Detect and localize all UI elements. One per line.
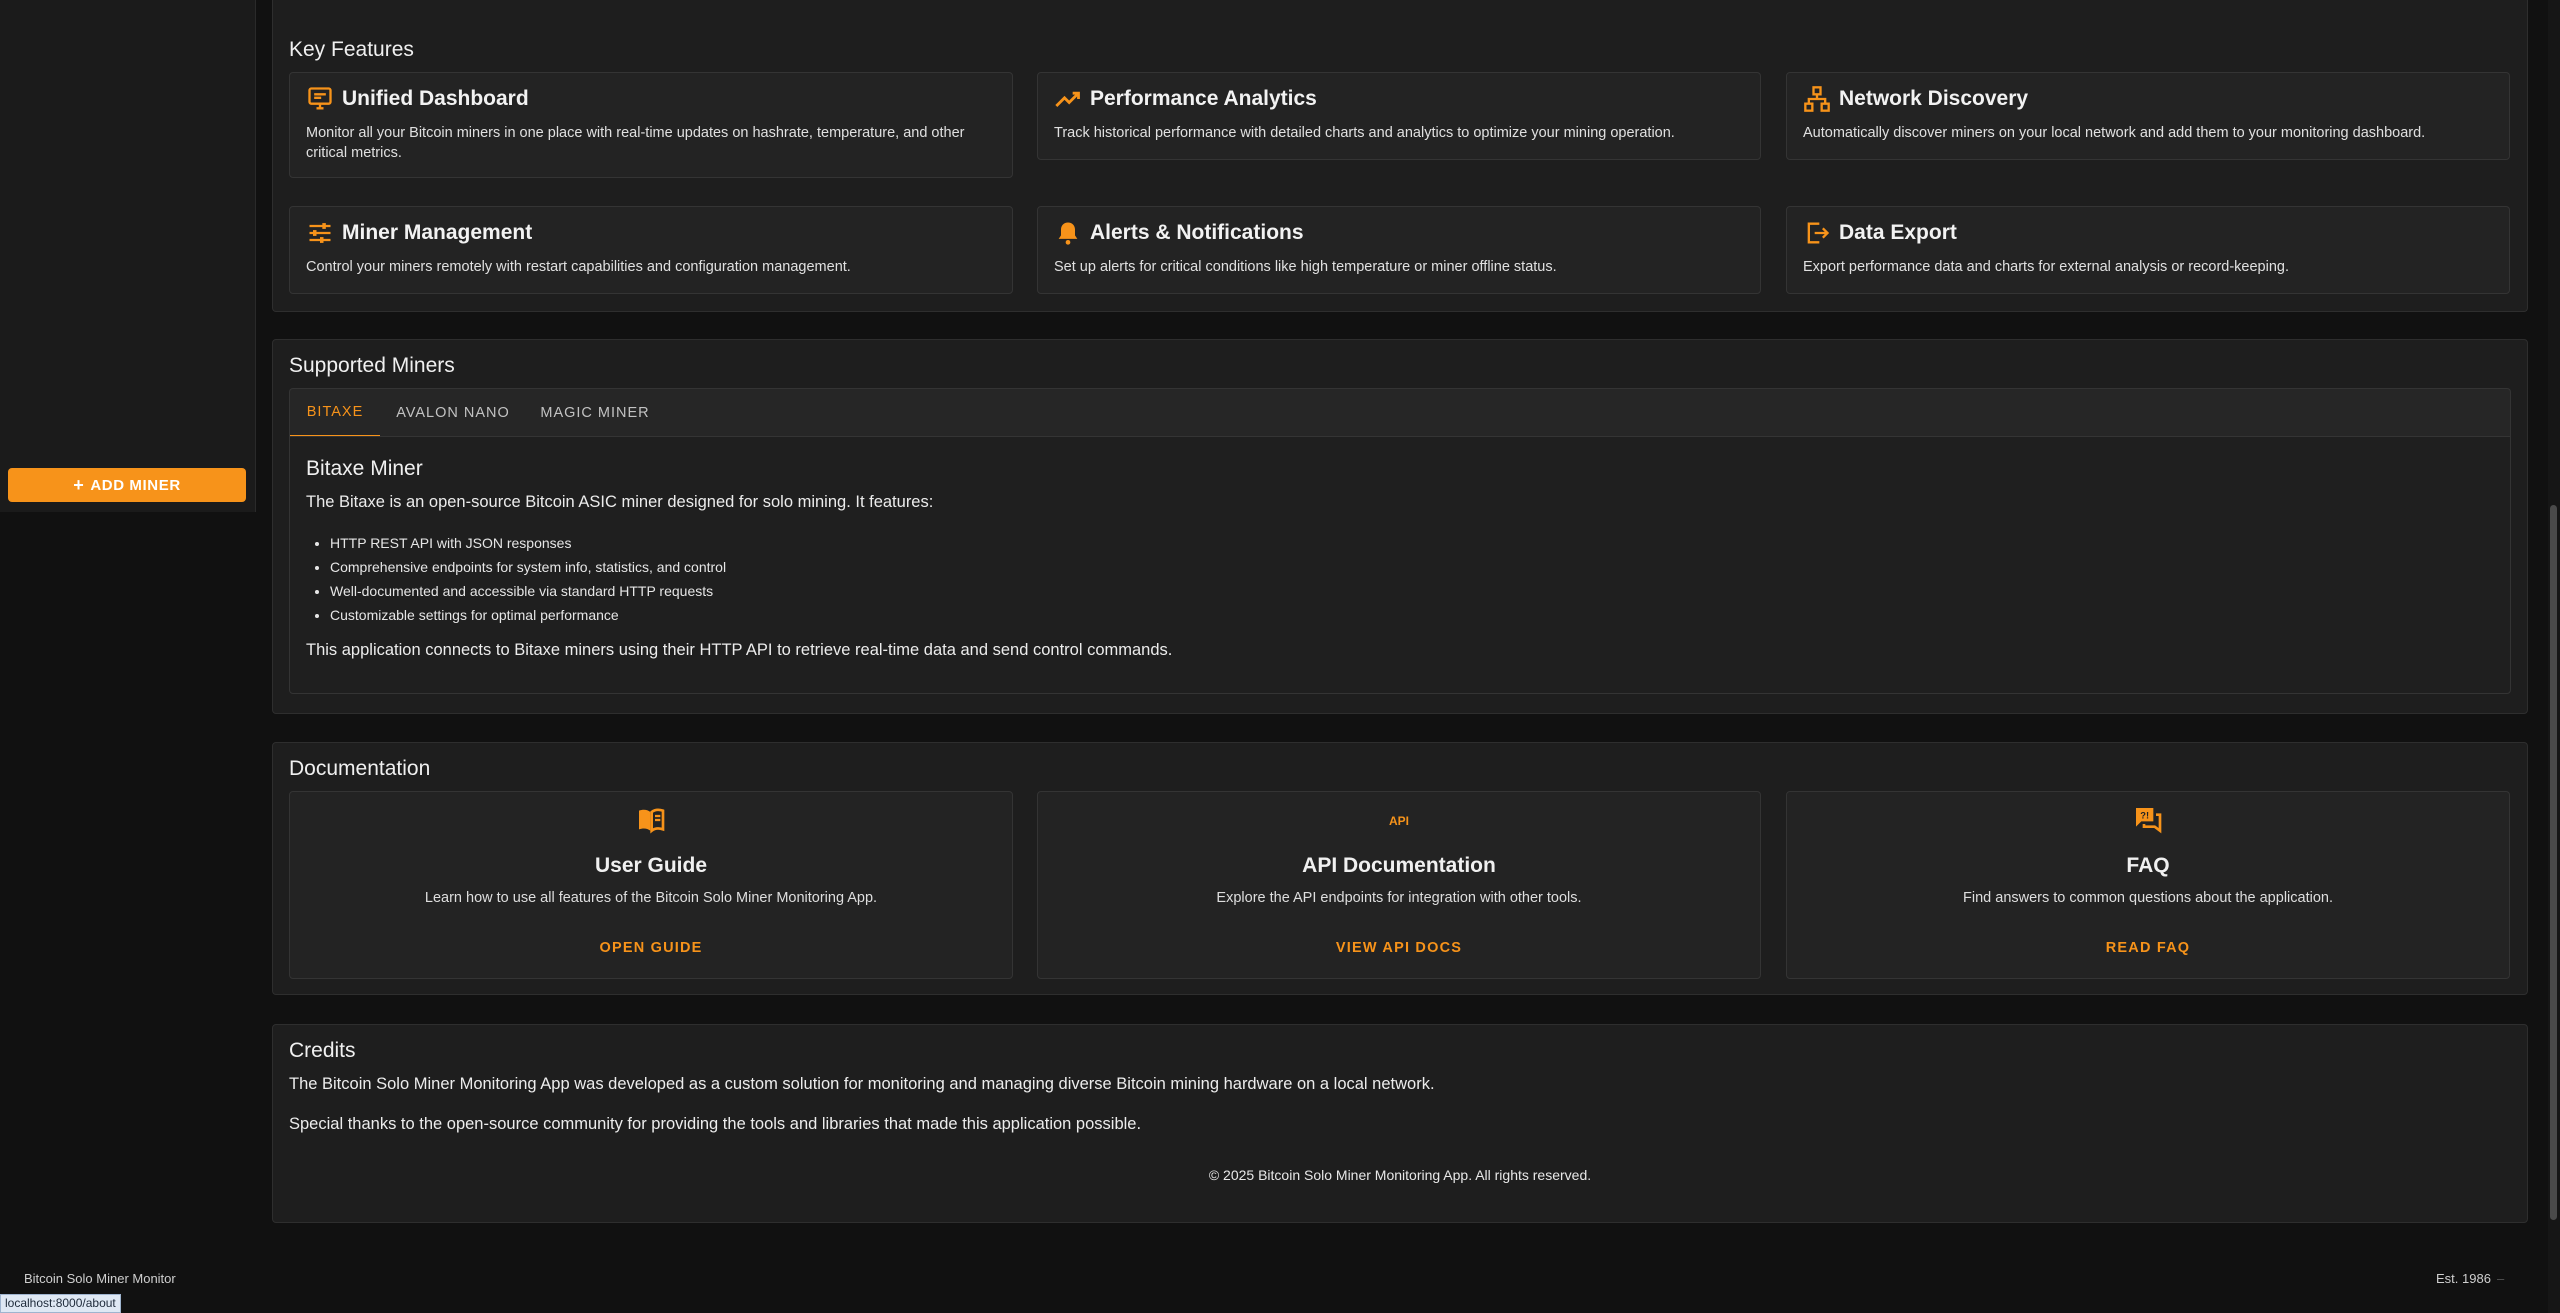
doc-title: FAQ <box>2126 854 2170 877</box>
panel-intro: The Bitaxe is an open-source Bitcoin ASI… <box>306 493 934 511</box>
doc-description: Explore the API endpoints for integratio… <box>1216 890 1582 906</box>
feature-description: Control your miners remotely with restar… <box>306 259 851 275</box>
list-item: HTTP REST API with JSON responses <box>330 531 726 555</box>
copyright: © 2025 Bitcoin Solo Miner Monitoring App… <box>1208 1167 1592 1183</box>
credits-title: Credits <box>289 1039 356 1062</box>
footer-est-text: Est. 1986 <box>2436 1271 2491 1286</box>
doc-card-faq: ?! FAQ Find answers to common questions … <box>1786 791 2510 979</box>
bitaxe-panel: Bitaxe Miner The Bitaxe is an open-sourc… <box>289 436 2511 694</box>
sliders-icon <box>309 223 331 243</box>
plus-icon: + <box>73 475 85 495</box>
documentation-title: Documentation <box>289 757 431 780</box>
add-miner-button[interactable]: + ADD MINER <box>8 468 246 502</box>
feature-card-alerts: Alerts & Notifications Set up alerts for… <box>1037 206 1761 294</box>
documentation-section: Documentation User Guide Learn how to us… <box>272 742 2528 995</box>
bell-icon <box>1058 222 1078 245</box>
supported-miners-title: Supported Miners <box>289 354 455 377</box>
miner-tabs: BITAXE AVALON NANO MAGIC MINER <box>289 388 2511 437</box>
svg-text:?!: ?! <box>2140 811 2149 821</box>
tab-bitaxe[interactable]: BITAXE <box>290 389 380 437</box>
feature-title: Unified Dashboard <box>342 87 529 110</box>
add-miner-label: ADD MINER <box>90 476 181 494</box>
feature-card-performance-analytics: Performance Analytics Track historical p… <box>1037 72 1761 160</box>
panel-heading: Bitaxe Miner <box>306 457 423 480</box>
feature-card-unified-dashboard: Unified Dashboard Monitor all your Bitco… <box>289 72 1013 178</box>
key-features-title: Key Features <box>289 38 414 61</box>
credits-paragraph: The Bitcoin Solo Miner Monitoring App wa… <box>289 1075 1435 1093</box>
faq-icon: ?! <box>2136 808 2162 834</box>
footer-est: Est. 1986– <box>2436 1271 2504 1286</box>
doc-description: Find answers to common questions about t… <box>1963 890 2333 906</box>
credits-paragraph: Special thanks to the open-source commun… <box>289 1115 1142 1133</box>
network-icon <box>1804 86 1830 112</box>
feature-card-miner-management: Miner Management Control your miners rem… <box>289 206 1013 294</box>
dashboard-icon <box>308 87 332 110</box>
footer-app-name: Bitcoin Solo Miner Monitor <box>24 1271 176 1286</box>
list-item: Well-documented and accessible via stand… <box>330 579 726 603</box>
list-item: Comprehensive endpoints for system info,… <box>330 555 726 579</box>
doc-card-api: API API Documentation Explore the API en… <box>1037 791 1761 979</box>
book-icon <box>639 808 665 834</box>
svg-text:API: API <box>1389 814 1409 828</box>
open-guide-link[interactable]: OPEN GUIDE <box>290 940 1012 956</box>
panel-outro: This application connects to Bitaxe mine… <box>306 641 1173 659</box>
feature-description: Set up alerts for critical conditions li… <box>1054 259 1557 275</box>
status-bar-url: localhost:8000/about <box>0 1294 121 1313</box>
doc-description: Learn how to use all features of the Bit… <box>424 890 878 906</box>
feature-description: Automatically discover miners on your lo… <box>1803 125 2426 141</box>
list-item: Customizable settings for optimal perfor… <box>330 603 726 627</box>
api-icon: API <box>1389 814 1409 828</box>
key-features-section: Key Features Unified Dashboard Monitor a… <box>272 0 2528 312</box>
tab-magic-miner[interactable]: MAGIC MINER <box>526 389 664 437</box>
trending-up-icon <box>1055 91 1080 107</box>
credits-section: Credits The Bitcoin Solo Miner Monitorin… <box>272 1024 2528 1223</box>
feature-title: Performance Analytics <box>1090 87 1317 110</box>
feature-description: Track historical performance with detail… <box>1054 125 1675 141</box>
feature-title: Network Discovery <box>1839 87 2029 110</box>
read-faq-link[interactable]: READ FAQ <box>1787 940 2509 956</box>
doc-title: API Documentation <box>1302 854 1496 877</box>
sidebar: + ADD MINER <box>0 0 256 512</box>
scrollbar-thumb[interactable] <box>2550 505 2557 1220</box>
feature-card-network-discovery: Network Discovery Automatically discover… <box>1786 72 2510 160</box>
dash-icon: – <box>2496 1271 2505 1286</box>
feature-title: Data Export <box>1839 221 1957 244</box>
feature-description: Monitor all your Bitcoin miners in one p… <box>306 125 965 161</box>
feature-list: HTTP REST API with JSON responses Compre… <box>330 531 726 627</box>
feature-card-data-export: Data Export Export performance data and … <box>1786 206 2510 294</box>
supported-miners-section: Supported Miners BITAXE AVALON NANO MAGI… <box>272 339 2528 714</box>
page-scrollbar[interactable] <box>2548 0 2560 1313</box>
export-icon <box>1807 222 1830 244</box>
doc-title: User Guide <box>594 854 708 877</box>
doc-card-user-guide: User Guide Learn how to use all features… <box>289 791 1013 979</box>
feature-description: Export performance data and charts for e… <box>1803 259 2289 275</box>
feature-title: Miner Management <box>342 221 533 244</box>
feature-title: Alerts & Notifications <box>1090 221 1304 244</box>
tab-avalon-nano[interactable]: AVALON NANO <box>380 389 526 437</box>
view-api-docs-link[interactable]: VIEW API DOCS <box>1038 940 1760 956</box>
